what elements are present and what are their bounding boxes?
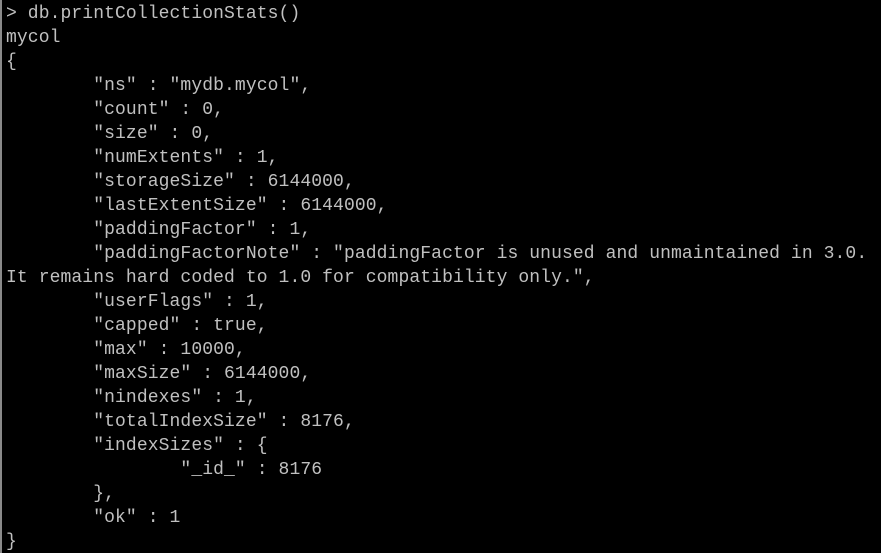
window-edge xyxy=(0,0,2,553)
terminal-line: "paddingFactorNote" : "paddingFactor is … xyxy=(6,244,868,264)
terminal-line: { xyxy=(6,52,17,72)
terminal-line: "nindexes" : 1, xyxy=(6,388,257,408)
terminal-line: "maxSize" : 6144000, xyxy=(6,364,312,384)
terminal-line: "userFlags" : 1, xyxy=(6,292,268,312)
terminal-line: It remains hard coded to 1.0 for compati… xyxy=(6,268,595,288)
terminal-line: mycol xyxy=(6,28,61,48)
terminal-line: "capped" : true, xyxy=(6,316,268,336)
terminal-line: "storageSize" : 6144000, xyxy=(6,172,355,192)
terminal-line: > db.printCollectionStats() xyxy=(6,4,301,24)
terminal-line: "max" : 10000, xyxy=(6,340,246,360)
terminal-line: "count" : 0, xyxy=(6,100,225,120)
terminal-line: "ok" : 1 xyxy=(6,508,181,528)
terminal-line: "indexSizes" : { xyxy=(6,436,268,456)
terminal-line: "paddingFactor" : 1, xyxy=(6,220,312,240)
terminal-line: }, xyxy=(6,484,116,504)
terminal-line: "totalIndexSize" : 8176, xyxy=(6,412,355,432)
terminal-line: "ns" : "mydb.mycol", xyxy=(6,76,312,96)
terminal-line: } xyxy=(6,532,17,552)
terminal-line: "lastExtentSize" : 6144000, xyxy=(6,196,388,216)
terminal-line: "size" : 0, xyxy=(6,124,214,144)
terminal-line: "numExtents" : 1, xyxy=(6,148,279,168)
terminal-window[interactable]: > db.printCollectionStats() mycol { "ns"… xyxy=(0,0,881,553)
terminal-line: "_id_" : 8176 xyxy=(6,460,323,480)
